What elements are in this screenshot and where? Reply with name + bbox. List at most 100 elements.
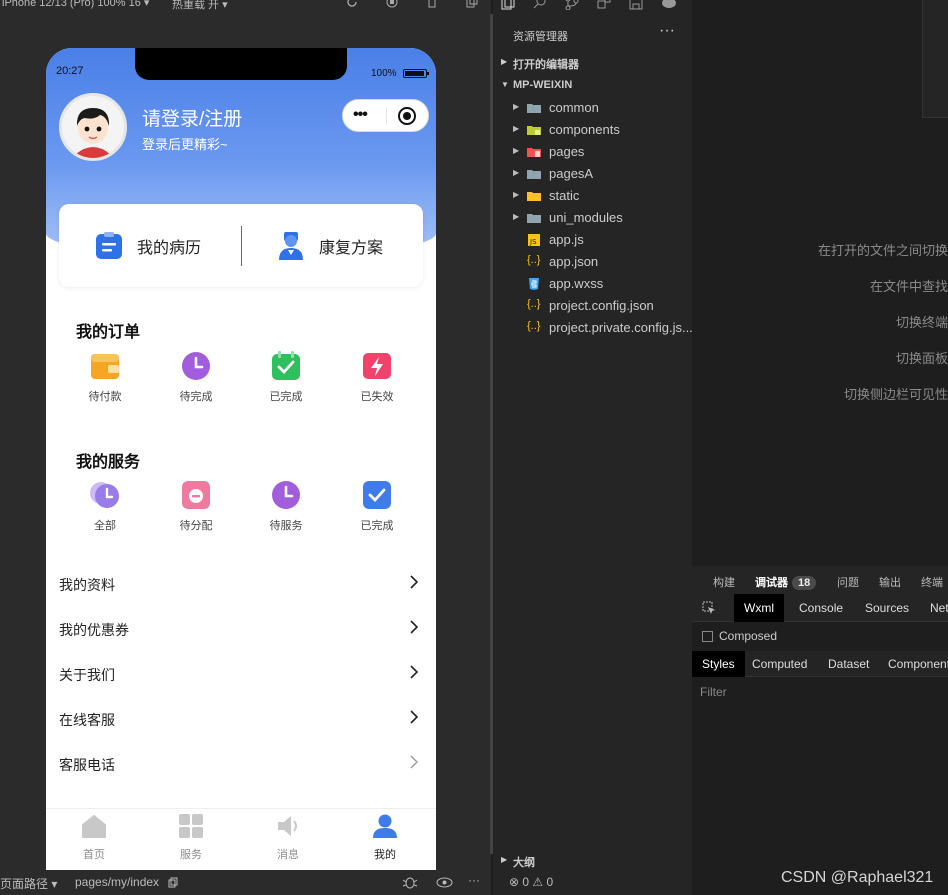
- tab-debugger-label: 调试器: [755, 577, 788, 589]
- chevron-right-icon: ▶: [501, 855, 508, 864]
- refresh-icon[interactable]: [346, 0, 358, 8]
- tree-item-app-js[interactable]: JS app.js: [493, 229, 692, 251]
- service-pending-service[interactable]: 待服务: [256, 480, 316, 533]
- tab-home[interactable]: 首页: [46, 813, 142, 862]
- menu-item-online-service[interactable]: 在线客服: [59, 697, 423, 742]
- tab-styles[interactable]: Styles: [692, 651, 745, 677]
- status-time: 20:27: [56, 65, 84, 77]
- clock-icon: [182, 352, 210, 380]
- source-control-icon[interactable]: [565, 0, 579, 10]
- shortcut-hint: 切换面板: [895, 351, 948, 366]
- notification-panel: [922, 0, 948, 118]
- tree-item-components[interactable]: ▶ components: [493, 119, 692, 141]
- order-pending-complete[interactable]: 待完成: [166, 351, 226, 404]
- menu-item-coupons[interactable]: 我的优惠券: [59, 607, 423, 652]
- tab-sources[interactable]: Sources: [855, 594, 919, 622]
- tree-item-project-private-config[interactable]: {..} project.private.config.js...: [493, 317, 693, 339]
- detach-icon[interactable]: [466, 0, 478, 8]
- rehab-plan-button[interactable]: 康复方案: [277, 204, 383, 287]
- inspect-icon[interactable]: [702, 601, 716, 615]
- extensions-icon[interactable]: [597, 0, 611, 10]
- tree-item-app-json[interactable]: {..} app.json: [493, 251, 692, 273]
- json-file-icon: {..}: [527, 254, 541, 266]
- tab-output[interactable]: 输出: [879, 574, 901, 590]
- order-pending-payment[interactable]: 待付款: [75, 351, 135, 404]
- explorer-more-button[interactable]: ···: [659, 22, 675, 40]
- tree-item-label: components: [549, 122, 620, 137]
- service-pending-assign[interactable]: 待分配: [166, 480, 226, 533]
- medical-record-label: 我的病历: [137, 239, 202, 257]
- simulator-toolbar: iPhone 12/13 (Pro) 100% 16 ▾ 热重载 开 ▾: [0, 0, 491, 14]
- composed-checkbox[interactable]: Composed: [702, 629, 777, 643]
- tab-mine[interactable]: 我的: [337, 813, 433, 862]
- medical-record-button[interactable]: 我的病历: [95, 204, 201, 287]
- tab-wxml[interactable]: Wxml: [734, 594, 784, 622]
- tree-item-app-wxss[interactable]: app.wxss: [493, 273, 692, 295]
- tab-dataset[interactable]: Dataset: [818, 651, 879, 677]
- service-completed[interactable]: 已完成: [347, 480, 407, 533]
- order-completed[interactable]: 已完成: [256, 351, 316, 404]
- menu-item-phone[interactable]: 客服电话: [59, 742, 423, 787]
- tree-item-label: project.config.json: [549, 298, 654, 313]
- tab-network[interactable]: Network: [920, 594, 948, 622]
- tab-messages[interactable]: 消息: [240, 813, 336, 862]
- bug-icon[interactable]: [402, 876, 418, 889]
- outline-section[interactable]: ▶ 大纲: [493, 850, 692, 870]
- device-select[interactable]: iPhone 12/13 (Pro) 100% 16 ▾: [2, 0, 149, 9]
- more-icon[interactable]: ···: [468, 873, 480, 887]
- filter-input[interactable]: Filter: [700, 685, 727, 699]
- avatar[interactable]: [59, 93, 127, 161]
- cloud-icon[interactable]: [661, 0, 677, 10]
- copy-icon[interactable]: [168, 877, 179, 888]
- phone-icon[interactable]: [426, 0, 438, 8]
- tree-item-pagesA[interactable]: ▶ pagesA: [493, 163, 692, 185]
- tab-debugger[interactable]: 调试器 18: [755, 574, 817, 590]
- tree-item-label: uni_modules: [549, 210, 623, 225]
- tab-console[interactable]: Console: [789, 594, 853, 622]
- login-subtitle: 登录后更精彩~: [142, 137, 228, 152]
- json-file-icon: {..}: [527, 320, 541, 332]
- search-icon[interactable]: [533, 0, 547, 10]
- tree-item-pages[interactable]: ▶ pages: [493, 141, 692, 163]
- menu-item-profile[interactable]: 我的资料: [59, 562, 423, 607]
- project-section[interactable]: ▼ MP-WEIXIN: [493, 75, 692, 97]
- service-all[interactable]: 全部: [75, 480, 135, 533]
- save-icon[interactable]: [629, 0, 643, 10]
- open-editors-section[interactable]: ▶ 打开的编辑器: [493, 52, 692, 74]
- order-expired[interactable]: 已失效: [347, 351, 407, 404]
- clock-icon: [272, 481, 300, 509]
- js-file-icon: JS: [528, 234, 540, 246]
- tab-terminal[interactable]: 终端: [921, 574, 943, 590]
- files-icon[interactable]: [501, 0, 515, 10]
- chevron-right-icon: ▶: [513, 146, 520, 155]
- tab-problems[interactable]: 问题: [837, 574, 859, 590]
- tree-item-uni-modules[interactable]: ▶ uni_modules: [493, 207, 692, 229]
- tab-services[interactable]: 服务: [143, 813, 239, 862]
- tree-item-common[interactable]: ▶ common: [493, 97, 692, 119]
- chevron-right-icon: ▶: [513, 190, 520, 199]
- eye-icon[interactable]: [436, 877, 453, 888]
- login-title[interactable]: 请登录/注册: [142, 104, 242, 131]
- chevron-down-icon: ▼: [501, 80, 509, 89]
- wallet-icon: [91, 354, 119, 379]
- menu-item-about[interactable]: 关于我们: [59, 652, 423, 697]
- chevron-right-icon: ▶: [513, 212, 520, 221]
- tab-computed[interactable]: Computed: [742, 651, 817, 677]
- panel-tabs: 构建 调试器 18 问题 输出 终端: [692, 566, 948, 594]
- close-capsule-icon[interactable]: [398, 107, 416, 125]
- stop-icon[interactable]: [386, 0, 398, 8]
- shortcut-hint: 在打开的文件之间切换: [817, 243, 948, 258]
- page-path: pages/my/index: [75, 875, 160, 889]
- problems-status[interactable]: ⊗ 0 ⚠ 0: [493, 870, 692, 895]
- tab-component[interactable]: Component: [878, 651, 948, 677]
- order-pending-complete-label: 待完成: [179, 391, 213, 403]
- page-path-label[interactable]: 页面路径 ▾: [0, 875, 57, 892]
- tree-item-project-config[interactable]: {..} project.config.json: [493, 295, 692, 317]
- hot-reload-toggle[interactable]: 热重载 开 ▾: [172, 0, 228, 12]
- tab-build[interactable]: 构建: [713, 574, 735, 590]
- tree-item-label: app.js: [549, 232, 584, 247]
- debugger-badge: 18: [792, 576, 817, 590]
- tree-item-static[interactable]: ▶ static: [493, 185, 692, 207]
- more-dots-icon[interactable]: •••: [353, 106, 368, 124]
- user-icon: [373, 814, 397, 838]
